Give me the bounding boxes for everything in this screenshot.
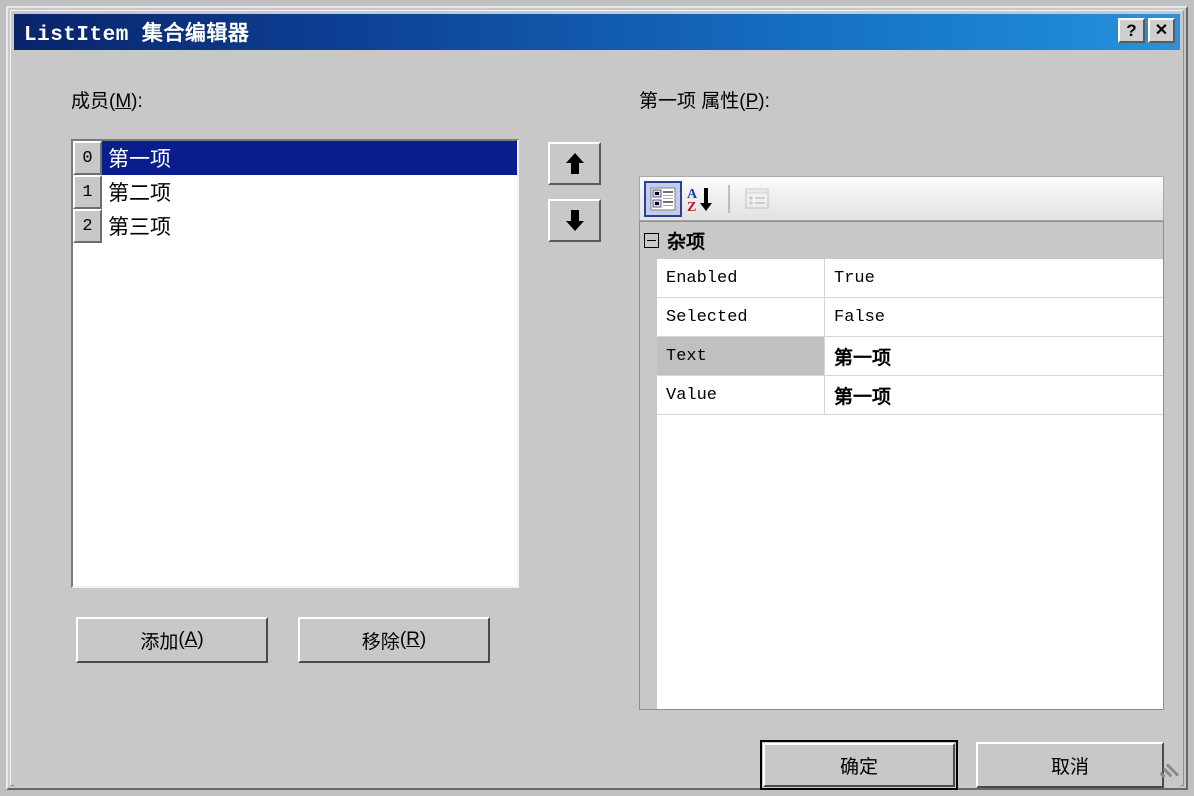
- window-title: ListItem 集合编辑器: [24, 24, 250, 47]
- members-listbox[interactable]: 0 第一项 1 第二项 2 第三项: [71, 139, 519, 588]
- ok-button-face: 确定: [763, 743, 955, 787]
- list-item-index: 0: [73, 141, 102, 175]
- property-value[interactable]: True: [825, 259, 1163, 297]
- property-grid-gutter: [640, 222, 657, 709]
- property-row[interactable]: Text 第一项: [657, 337, 1163, 376]
- property-name: Text: [657, 337, 825, 375]
- dialog-screen: ListItem 集合编辑器 ? ✕ 成员(M): 0 第一项 1 第二项 2 第三项: [0, 0, 1194, 796]
- members-label: 成员(M):: [71, 91, 143, 112]
- property-row[interactable]: Value 第一项: [657, 376, 1163, 415]
- list-item[interactable]: 1 第二项: [73, 175, 517, 209]
- svg-text:Z: Z: [687, 200, 696, 213]
- add-button[interactable]: 添加(A): [76, 617, 268, 663]
- list-item-index: 2: [73, 209, 102, 243]
- property-pages-icon: [738, 181, 776, 217]
- property-row[interactable]: Enabled True: [657, 259, 1163, 298]
- remove-button[interactable]: 移除(R): [298, 617, 490, 663]
- list-item-label: 第一项: [102, 141, 517, 175]
- property-rows: Enabled True Selected False Text 第一项 Value 第一项: [657, 259, 1163, 415]
- property-value[interactable]: 第一项: [825, 337, 1163, 375]
- dialog-client-area: 成员(M): 0 第一项 1 第二项 2 第三项 添加(A) 移除(R) 第一项…: [14, 50, 1180, 790]
- cancel-button[interactable]: 取消: [976, 742, 1164, 788]
- property-value[interactable]: 第一项: [825, 376, 1163, 414]
- property-grid-empty-space: [657, 415, 1163, 709]
- arrow-up-icon: [565, 152, 584, 174]
- property-grid[interactable]: 杂项 Enabled True Selected False Text 第一项 Value 第…: [639, 221, 1164, 710]
- help-icon[interactable]: ?: [1118, 18, 1145, 43]
- property-grid-toolbar: A Z: [639, 176, 1164, 221]
- collapse-icon[interactable]: [644, 233, 659, 248]
- property-name: Selected: [657, 298, 825, 336]
- resize-grip[interactable]: [1155, 759, 1180, 781]
- list-item-label: 第三项: [102, 209, 517, 243]
- list-item-index: 1: [73, 175, 102, 209]
- collection-editor-window: ListItem 集合编辑器 ? ✕ 成员(M): 0 第一项 1 第二项 2 第三项: [6, 6, 1188, 790]
- move-up-button[interactable]: [548, 142, 601, 185]
- categorized-view-icon[interactable]: [644, 180, 682, 217]
- title-bar[interactable]: ListItem 集合编辑器 ? ✕: [14, 14, 1180, 50]
- property-category-row[interactable]: 杂项: [640, 222, 1163, 259]
- list-item-label: 第二项: [102, 175, 517, 209]
- property-category-label: 杂项: [667, 232, 706, 253]
- list-item[interactable]: 2 第三项: [73, 209, 517, 243]
- alphabetical-sort-icon[interactable]: A Z: [682, 181, 720, 217]
- ok-button[interactable]: 确定: [760, 740, 958, 790]
- property-row[interactable]: Selected False: [657, 298, 1163, 337]
- property-value[interactable]: False: [825, 298, 1163, 336]
- property-name: Value: [657, 376, 825, 414]
- move-down-button[interactable]: [548, 199, 601, 242]
- toolbar-separator: [728, 184, 730, 213]
- close-icon[interactable]: ✕: [1148, 18, 1175, 43]
- list-item[interactable]: 0 第一项: [73, 141, 517, 175]
- title-bar-buttons: ? ✕: [1118, 18, 1175, 43]
- window-inner-frame: ListItem 集合编辑器 ? ✕ 成员(M): 0 第一项 1 第二项 2 第三项: [10, 10, 1184, 790]
- properties-label: 第一项 属性(P):: [639, 91, 770, 112]
- property-name: Enabled: [657, 259, 825, 297]
- property-grid-body: 杂项 Enabled True Selected False Text 第一项 Value 第…: [640, 222, 1163, 709]
- arrow-down-icon: [565, 209, 584, 231]
